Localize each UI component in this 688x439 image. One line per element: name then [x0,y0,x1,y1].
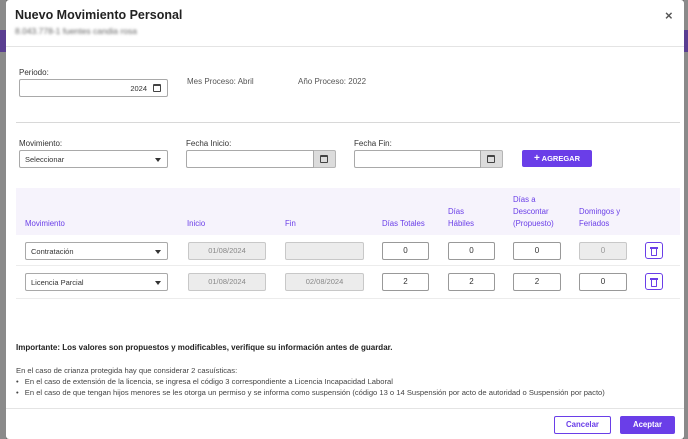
anio-proceso: Año Proceso: 2022 [298,77,367,86]
trash-icon-body [651,280,657,287]
periodo-input[interactable]: 2024 [19,79,168,97]
fecha-fin-calendar-button[interactable] [481,150,503,168]
th-dias-habiles-2: Hábiles [448,219,475,228]
mes-proceso: Mes Proceso: Abril [187,77,254,86]
row1-movimiento-select[interactable]: Contratación [25,242,168,260]
notice-bullet-2-text: En el caso de que tengan hijos menores s… [24,388,605,397]
section-divider [16,122,680,123]
movimiento-select-value: Seleccionar [25,155,65,164]
trash-icon-body [651,249,657,256]
th-dias-descontar-3: (Propuesto) [513,219,554,228]
periodo-label: Periodo: [19,68,49,77]
th-domingos-1: Domingos y [579,207,621,216]
th-dias-totales: Días Totales [382,219,425,228]
row-divider [16,298,680,299]
row2-dias-habiles[interactable]: 2 [448,273,495,291]
row2-dias-descontar[interactable]: 2 [513,273,561,291]
row2-movimiento-value: Licencia Parcial [31,278,84,287]
row2-domingos[interactable]: 0 [579,273,627,291]
th-dias-descontar-2: Descontar [513,207,549,216]
chevron-down-icon [155,281,161,285]
row1-dias-totales[interactable]: 0 [382,242,429,260]
calendar-icon [153,84,161,92]
row2-inicio: 01/08/2024 [188,273,266,291]
row1-dias-descontar[interactable]: 0 [513,242,561,260]
fecha-inicio-input[interactable] [186,150,314,168]
close-icon[interactable]: × [665,8,673,23]
row2-delete-button[interactable] [645,273,663,290]
fecha-inicio-calendar-button[interactable] [314,150,336,168]
bullet: • [16,388,19,397]
movimiento-modal: Nuevo Movimiento Personal 8.043.778-1 fu… [6,0,684,439]
calendar-icon [320,155,328,163]
th-dias-descontar-1: Días a [513,195,536,204]
importante-notice: Importante: Los valores son propuestos y… [16,343,393,352]
accept-button[interactable]: Aceptar [620,416,675,434]
fecha-fin-input[interactable] [354,150,481,168]
th-inicio: Inicio [187,219,206,228]
th-domingos-2: Feriados [579,219,610,228]
movimiento-select[interactable]: Seleccionar [19,150,168,168]
row-divider [16,265,680,266]
backdrop-right [684,0,688,439]
notice-bullet-1: • En el caso de extensión de la licencia… [16,377,393,386]
calendar-icon [487,155,495,163]
row1-delete-button[interactable] [645,242,663,259]
row1-fin [285,242,364,260]
notice-bullet-2: • En el caso de que tengan hijos menores… [16,388,605,397]
th-movimiento: Movimiento [25,219,65,228]
row1-dias-habiles[interactable]: 0 [448,242,495,260]
modal-title: Nuevo Movimiento Personal [15,8,183,22]
periodo-value: 2024 [130,84,147,93]
notice-intro: En el caso de crianza protegida hay que … [16,366,238,375]
fecha-fin-label: Fecha Fin: [354,139,392,148]
header-divider [6,46,684,47]
bullet: • [16,377,19,386]
th-dias-habiles-1: Días [448,207,465,216]
row1-movimiento-value: Contratación [31,247,74,256]
th-fin: Fin [285,219,296,228]
plus-icon: + [534,153,540,164]
row1-domingos: 0 [579,242,627,260]
chevron-down-icon [155,158,161,162]
fecha-inicio-label: Fecha Inicio: [186,139,232,148]
row2-dias-totales[interactable]: 2 [382,273,429,291]
row2-fin: 02/08/2024 [285,273,364,291]
agregar-label: AGREGAR [541,154,580,163]
movimiento-label: Movimiento: [19,139,63,148]
notice-bullet-1-text: En el caso de extensión de la licencia, … [24,377,393,386]
employee-subtitle: 8.043.778-1 fuentes candia rosa [15,26,137,36]
agregar-button[interactable]: + AGREGAR [522,150,592,167]
chevron-down-icon [155,250,161,254]
cancel-button[interactable]: Cancelar [554,416,611,434]
footer-divider [6,408,684,409]
row2-movimiento-select[interactable]: Licencia Parcial [25,273,168,291]
backdrop-right-bar [684,30,688,52]
row1-inicio: 01/08/2024 [188,242,266,260]
